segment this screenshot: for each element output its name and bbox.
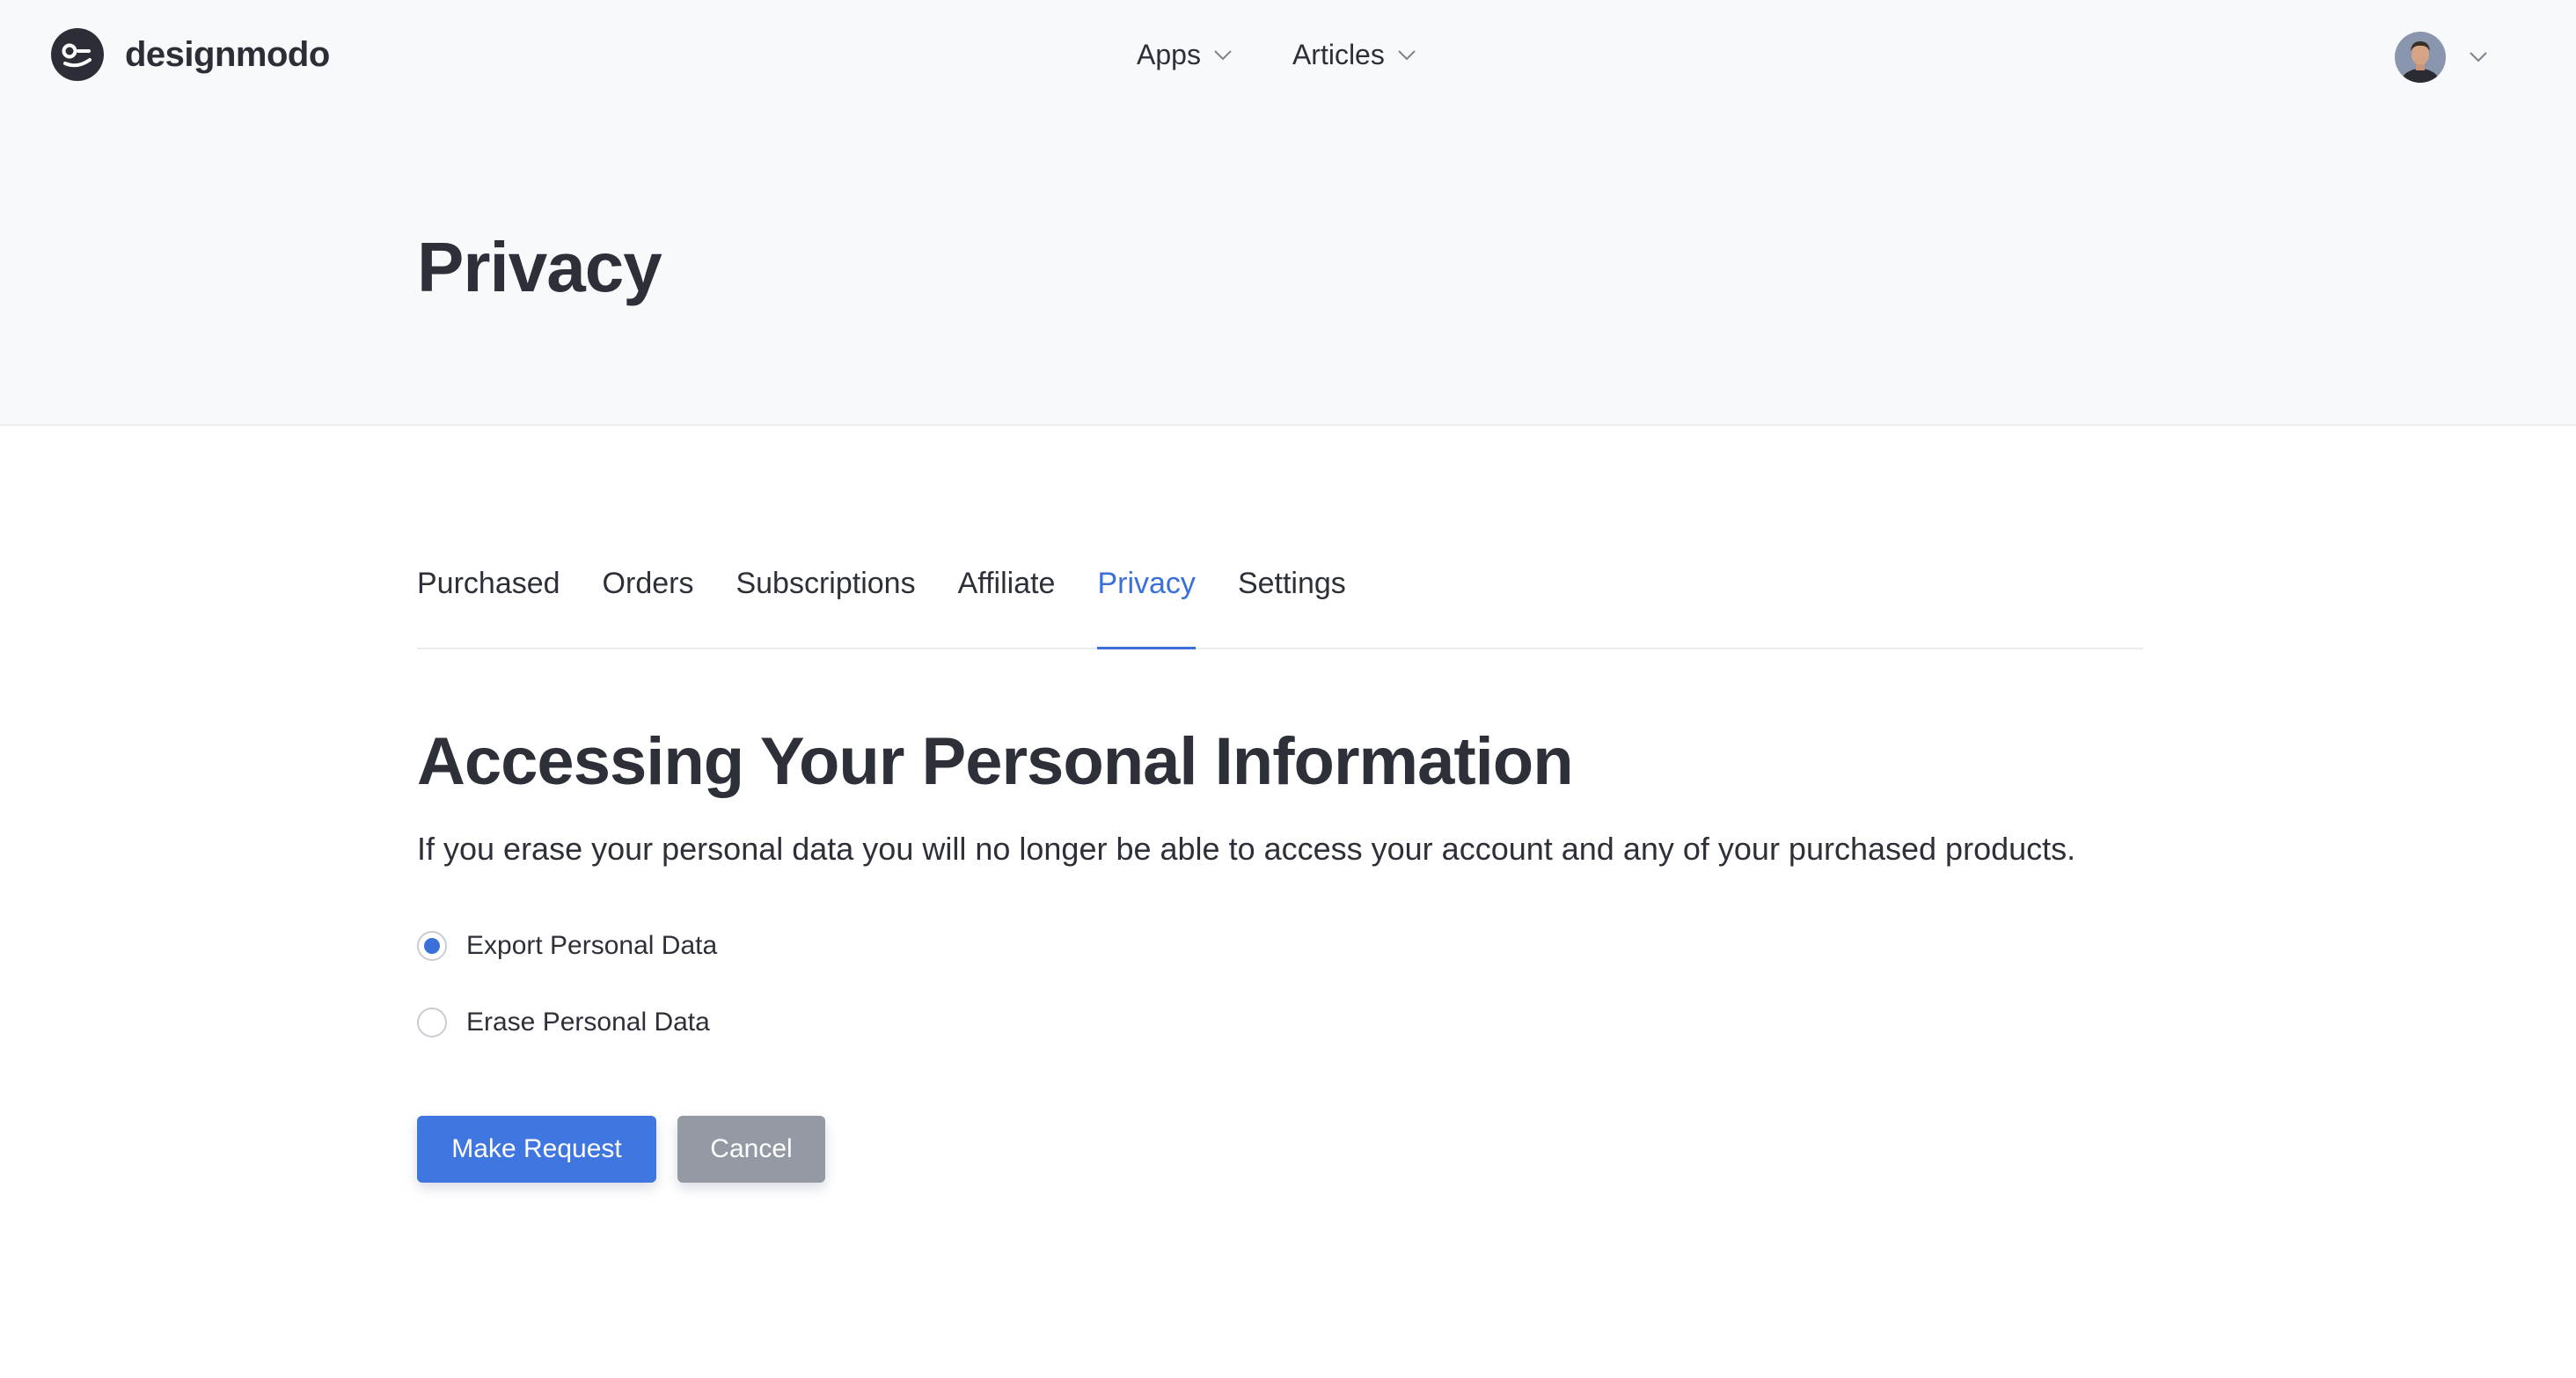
brand-logo[interactable]: designmodo [51,28,330,81]
cancel-button[interactable]: Cancel [677,1116,825,1183]
top-nav: Apps Articles [1137,39,1476,71]
nav-item-label: Articles [1292,39,1385,70]
nav-item-label: Apps [1137,39,1201,70]
tab-settings[interactable]: Settings [1238,567,1346,648]
export-data-option[interactable]: Export Personal Data [417,931,717,961]
section-description: If you erase your personal data you will… [417,831,2076,867]
erase-data-label: Erase Personal Data [466,1008,710,1037]
tab-privacy[interactable]: Privacy [1097,567,1197,649]
user-menu[interactable] [2395,32,2488,83]
chevron-down-icon [1398,49,1416,60]
erase-data-radio[interactable] [417,1008,447,1037]
tab-affiliate[interactable]: Affiliate [958,567,1056,648]
page-title: Privacy [417,228,662,306]
export-data-radio[interactable] [417,931,447,961]
export-data-label: Export Personal Data [466,931,718,960]
avatar[interactable] [2395,32,2446,83]
chevron-down-icon [1214,49,1232,60]
make-request-button[interactable]: Make Request [417,1116,656,1183]
designmodo-logo-icon [51,28,104,81]
section-title: Accessing Your Personal Information [417,724,1574,799]
erase-data-option[interactable]: Erase Personal Data [417,1008,710,1037]
nav-item-articles[interactable]: Articles [1292,39,1416,71]
nav-item-apps[interactable]: Apps [1137,39,1233,71]
brand-name: designmodo [125,34,330,74]
chevron-down-icon [2470,52,2487,62]
header-area: designmodo Apps Articles Privacy [0,0,2576,426]
account-tabs: Purchased Orders Subscriptions Affiliate… [417,567,2143,649]
tab-orders[interactable]: Orders [603,567,694,648]
tab-purchased[interactable]: Purchased [417,567,560,648]
tab-subscriptions[interactable]: Subscriptions [735,567,915,648]
